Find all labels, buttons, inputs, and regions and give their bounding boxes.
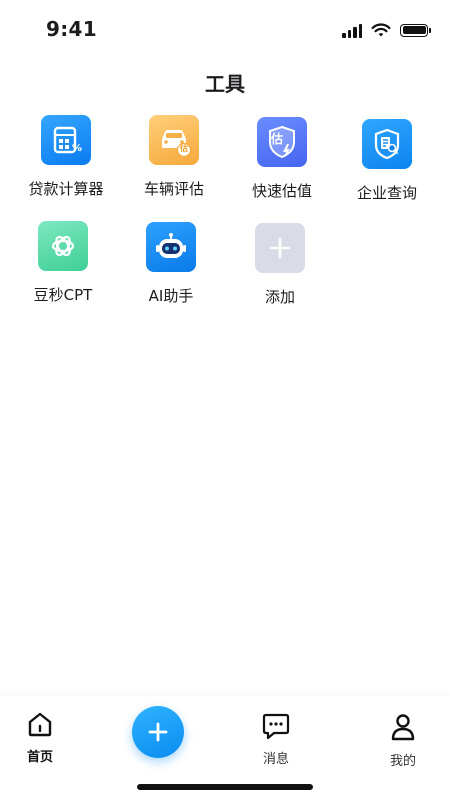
- cellular-signal-icon: [342, 22, 362, 38]
- nav-profile[interactable]: 我的: [368, 712, 438, 769]
- nav-profile-label: 我的: [389, 754, 416, 769]
- status-bar: 9:41: [0, 0, 450, 56]
- tool-company-search[interactable]: 企业查询: [334, 119, 440, 203]
- battery-icon: [400, 23, 431, 37]
- openai-knot-icon: [38, 221, 88, 271]
- svg-text:%: %: [72, 143, 82, 154]
- tool-label: 添加: [264, 288, 295, 306]
- company-search-icon: [362, 119, 412, 169]
- tool-label: 豆秒CPT: [33, 286, 93, 304]
- home-icon: [28, 712, 52, 737]
- page-title: 工具: [205, 72, 245, 96]
- message-icon: [262, 713, 290, 740]
- tool-quick-valuation[interactable]: 估 快速估值: [229, 117, 335, 201]
- tool-doumiao-cpt[interactable]: 豆秒CPT: [10, 221, 116, 305]
- tool-loan-calculator[interactable]: % 贷款计算器: [13, 115, 119, 199]
- tool-label: 车辆评估: [143, 180, 204, 198]
- tool-label: 贷款计算器: [28, 180, 104, 198]
- tool-label: 快速估值: [251, 182, 312, 200]
- estimate-badge: 估: [180, 143, 188, 153]
- quick-valuation-icon: 估: [257, 117, 307, 167]
- robot-icon: [146, 222, 196, 272]
- tool-label: 企业查询: [356, 184, 417, 202]
- wifi-icon: [371, 22, 391, 36]
- car-estimate-icon: 估: [149, 115, 199, 165]
- nav-messages-label: 消息: [262, 752, 289, 767]
- valuation-badge: 估: [271, 132, 284, 146]
- nav-messages[interactable]: 消息: [241, 712, 311, 767]
- home-indicator: [137, 784, 313, 790]
- status-time: 9:41: [46, 17, 97, 41]
- tool-ai-assistant[interactable]: AI助手: [118, 222, 224, 306]
- user-icon: [391, 714, 415, 741]
- tool-vehicle-estimate[interactable]: 估 车辆评估: [121, 115, 227, 199]
- nav-home-label: 首页: [26, 750, 53, 765]
- add-icon: [148, 722, 168, 742]
- tool-label: AI助手: [148, 287, 194, 305]
- status-icons: [342, 22, 431, 38]
- calculator-icon: %: [41, 115, 91, 165]
- nav-home[interactable]: 首页: [5, 710, 75, 765]
- plus-icon: [255, 223, 305, 273]
- add-button[interactable]: [132, 706, 184, 758]
- tool-add[interactable]: 添加: [227, 223, 333, 307]
